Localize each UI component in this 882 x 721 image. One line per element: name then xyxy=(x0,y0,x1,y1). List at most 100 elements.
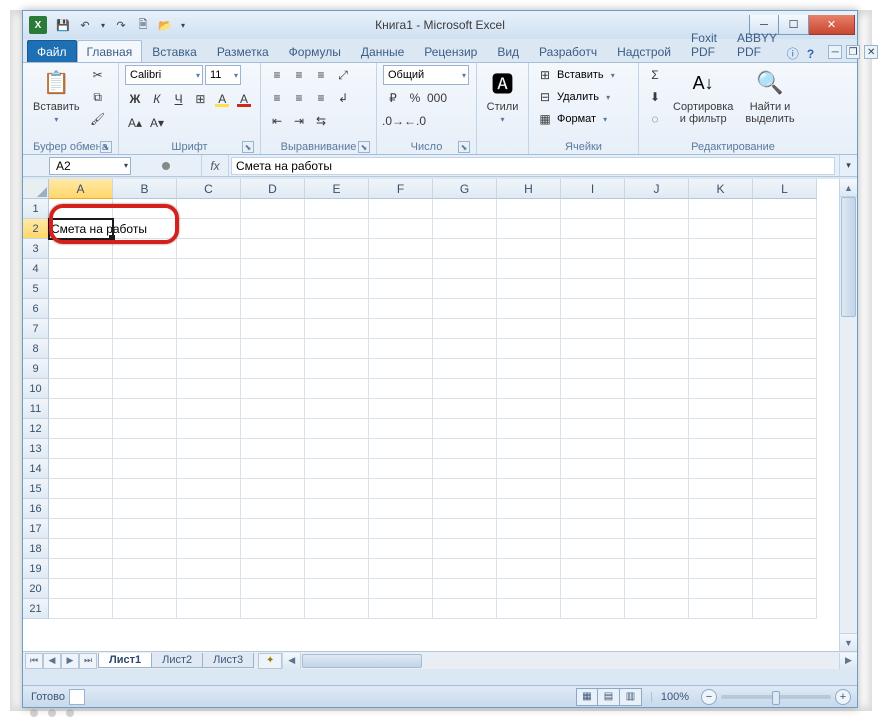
cell-B21[interactable] xyxy=(113,599,177,619)
cell-G13[interactable] xyxy=(433,439,497,459)
cell-C11[interactable] xyxy=(177,399,241,419)
row-header-15[interactable]: 15 xyxy=(23,479,49,499)
cell-F9[interactable] xyxy=(369,359,433,379)
align-left-icon[interactable]: ≡ xyxy=(267,88,287,108)
help-icon[interactable]: ? xyxy=(807,45,814,62)
fill-color-button[interactable]: A xyxy=(212,89,232,109)
cell-G16[interactable] xyxy=(433,499,497,519)
cell-A15[interactable] xyxy=(49,479,113,499)
column-header-L[interactable]: L xyxy=(753,179,817,199)
wrap-text-icon[interactable]: ↲ xyxy=(333,88,353,108)
cell-I14[interactable] xyxy=(561,459,625,479)
cell-D14[interactable] xyxy=(241,459,305,479)
cell-I18[interactable] xyxy=(561,539,625,559)
cell-C6[interactable] xyxy=(177,299,241,319)
cell-C8[interactable] xyxy=(177,339,241,359)
cell-H9[interactable] xyxy=(497,359,561,379)
cell-B11[interactable] xyxy=(113,399,177,419)
number-launcher[interactable]: ⬊ xyxy=(458,141,470,153)
cut-icon[interactable]: ✂ xyxy=(88,65,108,85)
sort-filter-button[interactable]: A↓ Сортировка и фильтр xyxy=(669,65,737,127)
formula-expand-button[interactable]: ▾ xyxy=(839,155,857,176)
tab-formulas[interactable]: Формулы xyxy=(279,40,351,62)
cell-L8[interactable] xyxy=(753,339,817,359)
qat-undo-dropdown[interactable]: ▾ xyxy=(99,17,107,33)
tab-home[interactable]: Главная xyxy=(77,40,143,62)
clear-icon[interactable]: ◌ xyxy=(645,109,665,129)
cell-J8[interactable] xyxy=(625,339,689,359)
cell-G15[interactable] xyxy=(433,479,497,499)
row-header-1[interactable]: 1 xyxy=(23,199,49,219)
column-header-B[interactable]: B xyxy=(113,179,177,199)
cell-B4[interactable] xyxy=(113,259,177,279)
cell-J14[interactable] xyxy=(625,459,689,479)
vertical-scrollbar[interactable]: ▲ ▼ xyxy=(839,179,857,651)
column-header-D[interactable]: D xyxy=(241,179,305,199)
cell-G11[interactable] xyxy=(433,399,497,419)
tab-abbyy[interactable]: ABBYY PDF xyxy=(727,26,787,62)
font-color-button[interactable]: A xyxy=(234,89,254,109)
cell-F1[interactable] xyxy=(369,199,433,219)
qat-print-icon[interactable]: 🗎 xyxy=(135,17,151,33)
view-layout-button[interactable]: ▤ xyxy=(598,688,620,706)
cell-A18[interactable] xyxy=(49,539,113,559)
cell-D5[interactable] xyxy=(241,279,305,299)
scroll-down-button[interactable]: ▼ xyxy=(840,633,857,651)
tab-file[interactable]: Файл xyxy=(27,40,77,62)
cell-B12[interactable] xyxy=(113,419,177,439)
cell-E18[interactable] xyxy=(305,539,369,559)
zoom-out-button[interactable]: − xyxy=(701,689,717,705)
cell-D6[interactable] xyxy=(241,299,305,319)
sheet-tab-1[interactable]: Лист1 xyxy=(98,653,152,668)
shrink-font-icon[interactable]: A▾ xyxy=(147,113,167,133)
cell-H6[interactable] xyxy=(497,299,561,319)
cell-I19[interactable] xyxy=(561,559,625,579)
format-painter-icon[interactable]: 🖌 xyxy=(88,109,108,129)
cell-I8[interactable] xyxy=(561,339,625,359)
number-format-combo[interactable]: Общий xyxy=(383,65,469,85)
cell-J20[interactable] xyxy=(625,579,689,599)
orientation-icon[interactable]: ⤢ xyxy=(333,65,353,85)
cell-B1[interactable] xyxy=(113,199,177,219)
cell-E3[interactable] xyxy=(305,239,369,259)
cell-E19[interactable] xyxy=(305,559,369,579)
cell-E21[interactable] xyxy=(305,599,369,619)
cell-K14[interactable] xyxy=(689,459,753,479)
row-header-4[interactable]: 4 xyxy=(23,259,49,279)
cell-J2[interactable] xyxy=(625,219,689,239)
bold-button[interactable]: Ж xyxy=(125,89,145,109)
cell-J10[interactable] xyxy=(625,379,689,399)
cell-F21[interactable] xyxy=(369,599,433,619)
cell-C7[interactable] xyxy=(177,319,241,339)
cell-F19[interactable] xyxy=(369,559,433,579)
font-launcher[interactable]: ⬊ xyxy=(242,141,254,153)
cell-G6[interactable] xyxy=(433,299,497,319)
cell-I2[interactable] xyxy=(561,219,625,239)
cell-F16[interactable] xyxy=(369,499,433,519)
cell-K18[interactable] xyxy=(689,539,753,559)
cell-F5[interactable] xyxy=(369,279,433,299)
cell-H12[interactable] xyxy=(497,419,561,439)
cell-D15[interactable] xyxy=(241,479,305,499)
column-header-G[interactable]: G xyxy=(433,179,497,199)
cell-B10[interactable] xyxy=(113,379,177,399)
cell-J7[interactable] xyxy=(625,319,689,339)
cell-A6[interactable] xyxy=(49,299,113,319)
cell-B17[interactable] xyxy=(113,519,177,539)
cells-format-button[interactable]: ▦Формат ▾ xyxy=(535,109,632,129)
sheet-tab-2[interactable]: Лист2 xyxy=(151,653,203,668)
cell-H15[interactable] xyxy=(497,479,561,499)
align-bottom-icon[interactable]: ≡ xyxy=(311,65,331,85)
cell-I17[interactable] xyxy=(561,519,625,539)
row-header-3[interactable]: 3 xyxy=(23,239,49,259)
cell-G19[interactable] xyxy=(433,559,497,579)
row-header-11[interactable]: 11 xyxy=(23,399,49,419)
cell-I12[interactable] xyxy=(561,419,625,439)
row-header-20[interactable]: 20 xyxy=(23,579,49,599)
cell-B16[interactable] xyxy=(113,499,177,519)
cell-L15[interactable] xyxy=(753,479,817,499)
row-header-5[interactable]: 5 xyxy=(23,279,49,299)
cell-A14[interactable] xyxy=(49,459,113,479)
workbook-minimize-button[interactable]: ─ xyxy=(828,45,842,59)
cell-A7[interactable] xyxy=(49,319,113,339)
